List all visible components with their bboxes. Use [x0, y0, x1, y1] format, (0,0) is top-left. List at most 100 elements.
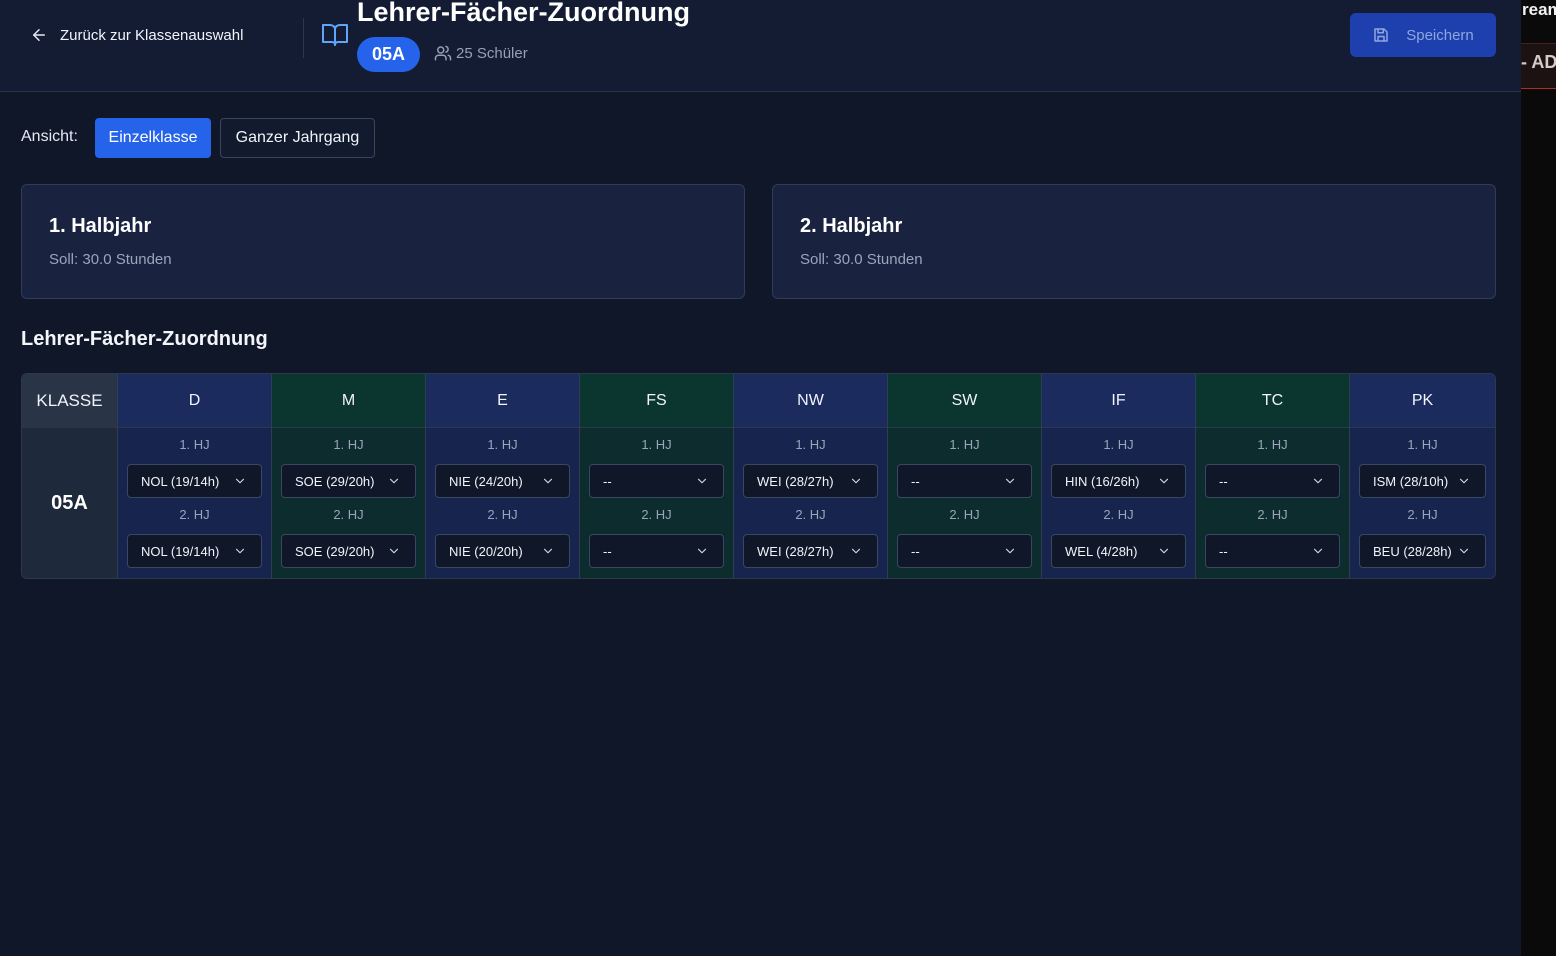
chevron-down-icon	[1159, 478, 1169, 484]
subject-header: M	[272, 374, 425, 428]
student-count: 25 Schüler	[434, 44, 528, 62]
subject-column-m: M 1. HJ SOE (29/20h) 2. HJ SOE (29/20h)	[271, 374, 425, 578]
teacher-select-value: ISM (28/10h)	[1373, 473, 1449, 489]
teacher-select-value: SOE (29/20h)	[295, 473, 375, 489]
hj2-label: 2. HJ	[179, 507, 210, 522]
teacher-select-hj1[interactable]: HIN (16/26h)	[1051, 464, 1186, 498]
subject-header: NW	[734, 374, 887, 428]
back-label: Zurück zur Klassenauswahl	[60, 26, 244, 44]
chevron-down-icon	[851, 548, 861, 554]
teacher-select-hj1[interactable]: SOE (29/20h)	[281, 464, 416, 498]
hj1-label: 1. HJ	[487, 437, 518, 452]
chevron-down-icon	[389, 478, 399, 484]
save-label: Speichern	[1406, 26, 1474, 44]
teacher-select-value: SOE (29/20h)	[295, 543, 375, 559]
teacher-select-hj1[interactable]: ISM (28/10h)	[1359, 464, 1486, 498]
subject-header: PK	[1350, 374, 1495, 428]
side-panel-title: ream	[1522, 0, 1556, 19]
app-header: Zurück zur Klassenauswahl Lehrer-Fächer-…	[0, 0, 1521, 92]
teacher-select-value: BEU (28/28h)	[1373, 543, 1452, 559]
teacher-select-hj2[interactable]: WEL (4/28h)	[1051, 534, 1186, 568]
hj2-label: 2. HJ	[1103, 507, 1134, 522]
view-option-einzelklasse[interactable]: Einzelklasse	[95, 118, 211, 158]
chevron-down-icon	[235, 548, 245, 554]
chevron-down-icon	[1005, 478, 1015, 484]
teacher-select-value: NOL (19/14h)	[141, 543, 220, 559]
back-button[interactable]: Zurück zur Klassenauswahl	[30, 20, 243, 50]
arrow-left-icon	[33, 29, 45, 41]
book-icon	[322, 24, 348, 46]
teacher-select-value: --	[911, 543, 920, 559]
hj2-label: 2. HJ	[333, 507, 364, 522]
hj2-label: 2. HJ	[949, 507, 980, 522]
teacher-select-hj1[interactable]: --	[897, 464, 1032, 498]
chevron-down-icon	[851, 478, 861, 484]
users-icon	[434, 45, 452, 61]
chevron-down-icon	[543, 548, 553, 554]
subject-column-fs: FS 1. HJ -- 2. HJ --	[579, 374, 733, 578]
chevron-down-icon	[697, 548, 707, 554]
teacher-select-hj1[interactable]: --	[589, 464, 724, 498]
side-panel	[1521, 0, 1556, 956]
chevron-down-icon	[1313, 548, 1323, 554]
chevron-down-icon	[1313, 478, 1323, 484]
chevron-down-icon	[543, 478, 553, 484]
student-count-label: 25 Schüler	[456, 44, 528, 62]
subject-header: TC	[1196, 374, 1349, 428]
semester-card-1: 1. Halbjahr Soll: 30.0 Stunden	[21, 184, 745, 299]
save-icon	[1374, 28, 1388, 42]
save-button[interactable]: Speichern	[1350, 13, 1496, 57]
teacher-select-value: NIE (20/20h)	[449, 543, 523, 559]
teacher-select-hj2[interactable]: NIE (20/20h)	[435, 534, 570, 568]
subject-header: IF	[1042, 374, 1195, 428]
teacher-select-value: --	[1219, 543, 1228, 559]
teacher-select-value: HIN (16/26h)	[1065, 473, 1140, 489]
teacher-select-hj2[interactable]: SOE (29/20h)	[281, 534, 416, 568]
chevron-down-icon	[235, 478, 245, 484]
teacher-select-hj1[interactable]: WEI (28/27h)	[743, 464, 878, 498]
subject-column-if: IF 1. HJ HIN (16/26h) 2. HJ WEL (4/28h)	[1041, 374, 1195, 578]
subject-header: D	[118, 374, 271, 428]
subject-column-e: E 1. HJ NIE (24/20h) 2. HJ NIE (20/20h)	[425, 374, 579, 578]
subject-header: FS	[580, 374, 733, 428]
view-option-ganzer-jahrgang[interactable]: Ganzer Jahrgang	[220, 118, 375, 158]
chevron-down-icon	[1005, 548, 1015, 554]
semester-soll: Soll: 30.0 Stunden	[49, 251, 172, 268]
page-title: Lehrer-Fächer-Zuordnung	[357, 0, 691, 27]
hj1-label: 1. HJ	[1407, 437, 1438, 452]
class-badge: 05A	[357, 37, 420, 72]
chevron-down-icon	[1459, 478, 1469, 484]
teacher-select-hj1[interactable]: --	[1205, 464, 1340, 498]
hj1-label: 1. HJ	[1257, 437, 1288, 452]
subject-header: SW	[888, 374, 1041, 428]
chevron-down-icon	[697, 478, 707, 484]
hj2-label: 2. HJ	[487, 507, 518, 522]
teacher-select-hj2[interactable]: --	[589, 534, 724, 568]
teacher-select-hj2[interactable]: WEI (28/27h)	[743, 534, 878, 568]
semester-title: 1. Halbjahr	[49, 215, 152, 237]
teacher-select-value: NIE (24/20h)	[449, 473, 523, 489]
hj2-label: 2. HJ	[641, 507, 672, 522]
subject-column-tc: TC 1. HJ -- 2. HJ --	[1195, 374, 1349, 578]
teacher-select-value: --	[603, 543, 612, 559]
hj1-label: 1. HJ	[795, 437, 826, 452]
teacher-select-hj2[interactable]: BEU (28/28h)	[1359, 534, 1486, 568]
teacher-select-hj1[interactable]: NIE (24/20h)	[435, 464, 570, 498]
teacher-select-hj1[interactable]: NOL (19/14h)	[127, 464, 262, 498]
header-divider	[303, 18, 304, 58]
teacher-select-value: --	[603, 473, 612, 489]
teacher-select-hj2[interactable]: NOL (19/14h)	[127, 534, 262, 568]
teacher-select-value: --	[911, 473, 920, 489]
hj1-label: 1. HJ	[641, 437, 672, 452]
hj1-label: 1. HJ	[1103, 437, 1134, 452]
assignment-table: KLASSE 05A D 1. HJ NOL (19/14h) 2. HJ NOL (1…	[21, 373, 1496, 579]
hj1-label: 1. HJ	[179, 437, 210, 452]
hj2-label: 2. HJ	[795, 507, 826, 522]
teacher-select-hj2[interactable]: --	[1205, 534, 1340, 568]
teacher-select-hj2[interactable]: --	[897, 534, 1032, 568]
teacher-select-value: WEI (28/27h)	[757, 543, 834, 559]
subject-column-pk: PK 1. HJ ISM (28/10h) 2. HJ BEU (28/28h)	[1349, 374, 1495, 578]
subject-column-d: D 1. HJ NOL (19/14h) 2. HJ NOL (19/14h)	[117, 374, 271, 578]
chevron-down-icon	[1459, 548, 1469, 554]
teacher-select-value: NOL (19/14h)	[141, 473, 220, 489]
